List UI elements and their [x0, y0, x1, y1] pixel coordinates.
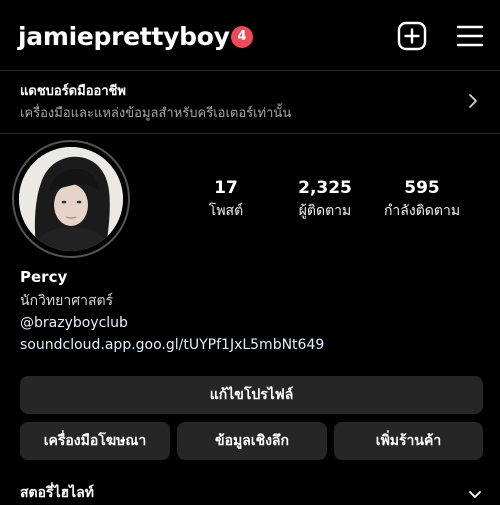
avatar[interactable] [19, 147, 123, 251]
profile-bio: Percy นักวิทยาศาสตร์ @brazyboyclub sound… [20, 268, 324, 356]
chevron-right-icon [466, 91, 480, 111]
edit-profile-button[interactable]: แก้ไขโปรไฟล์ [20, 376, 483, 414]
following-count[interactable]: 595 กำลังติดตาม [372, 178, 472, 222]
insights-button[interactable]: ข้อมูลเชิงลึก [177, 422, 327, 460]
posts-label: โพสต์ [208, 203, 244, 219]
mention-link[interactable]: @brazyboyclub [20, 312, 324, 334]
add-shop-button[interactable]: เพิ่มร้านค้า [334, 422, 483, 460]
plus-square-icon[interactable] [396, 20, 428, 52]
professional-dashboard[interactable]: แดชบอร์ดมืออาชีพ เครื่องมือและแหล่งข้อมู… [0, 70, 500, 134]
dashboard-title: แดชบอร์ดมืออาชีพ [20, 84, 127, 99]
following-label: กำลังติดตาม [383, 203, 461, 219]
ad-tools-button[interactable]: เครื่องมือโฆษณา [20, 422, 170, 460]
category-label: นักวิทยาศาสตร์ [20, 293, 114, 309]
hamburger-menu-icon[interactable] [454, 20, 486, 52]
display-name: Percy [20, 268, 68, 286]
following-value: 595 [404, 178, 440, 198]
followers-count[interactable]: 2,325 ผู้ติดตาม [290, 178, 360, 222]
username[interactable]: jamieprettyboy [18, 22, 230, 51]
story-highlights-label[interactable]: สตอรี่ไฮไลท์ [20, 482, 94, 504]
posts-count[interactable]: 17 โพสต์ [195, 178, 257, 222]
chevron-down-icon[interactable] [468, 486, 482, 498]
website-link[interactable]: soundcloud.app.goo.gl/tUYPf1JxL5mbNt649 [20, 334, 324, 356]
notification-badge[interactable]: 4 [231, 26, 253, 48]
dashboard-subtitle: เครื่องมือและแหล่งข้อมูลสำหรับครีเอเตอร์… [20, 106, 292, 121]
posts-value: 17 [214, 178, 238, 198]
profile-header: jamieprettyboy 4 [0, 0, 500, 70]
followers-value: 2,325 [298, 178, 352, 198]
followers-label: ผู้ติดตาม [298, 203, 352, 219]
